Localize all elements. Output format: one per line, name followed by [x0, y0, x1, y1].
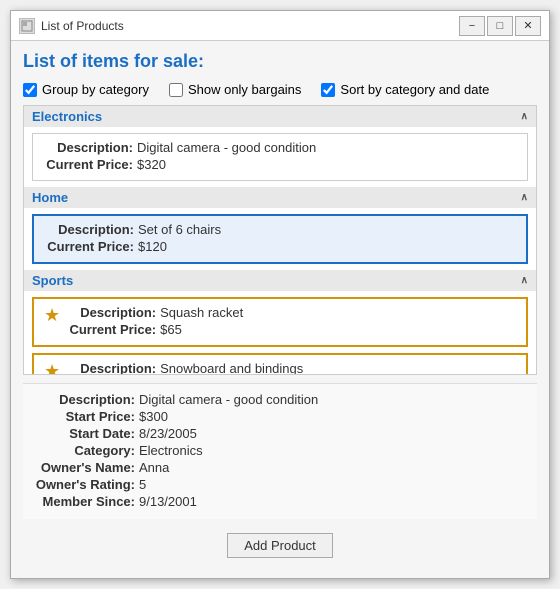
- group-by-category-label: Group by category: [42, 82, 149, 97]
- detail-start-date-field: Start Date: 8/23/2005: [35, 426, 525, 441]
- detail-description-field: Description: Digital camera - good condi…: [35, 392, 525, 407]
- detail-member-since-field: Member Since: 9/13/2001: [35, 494, 525, 509]
- show-only-bargains-label: Show only bargains: [188, 82, 301, 97]
- chairs-price-label: Current Price:: [44, 239, 134, 254]
- squash-description-value: Squash racket: [160, 305, 243, 320]
- product-price-field: Current Price: $320: [43, 157, 517, 172]
- add-product-button[interactable]: Add Product: [227, 533, 333, 558]
- page-title: List of items for sale:: [23, 51, 537, 72]
- detail-owners-name-field: Owner's Name: Anna: [35, 460, 525, 475]
- detail-owners-rating-value: 5: [139, 477, 146, 492]
- bargain-star-icon-snowboard: ★: [44, 362, 60, 375]
- product-details-chairs: Description: Set of 6 chairs Current Pri…: [44, 222, 516, 256]
- detail-start-date-value: 8/23/2005: [139, 426, 197, 441]
- title-bar: List of Products − □ ✕: [11, 11, 549, 41]
- chairs-description-label: Description:: [44, 222, 134, 237]
- bargain-star-icon-squash: ★: [44, 306, 60, 324]
- product-row-chairs: Description: Set of 6 chairs Current Pri…: [44, 222, 516, 256]
- squash-price-label: Current Price:: [66, 322, 156, 337]
- sort-by-category-date-label: Sort by category and date: [340, 82, 489, 97]
- detail-category-label: Category:: [35, 443, 135, 458]
- detail-member-since-value: 9/13/2001: [139, 494, 197, 509]
- show-only-bargains-checkbox[interactable]: Show only bargains: [169, 82, 301, 97]
- detail-description-label: Description:: [35, 392, 135, 407]
- category-name-home: Home: [32, 190, 68, 205]
- squash-price-field: Current Price: $65: [66, 322, 516, 337]
- chairs-price-value: $120: [138, 239, 167, 254]
- snowboard-description-value: Snowboard and bindings: [160, 361, 303, 375]
- category-name-sports: Sports: [32, 273, 73, 288]
- sort-by-category-date-input[interactable]: [321, 83, 335, 97]
- title-bar-left: List of Products: [19, 18, 124, 34]
- title-bar-buttons: − □ ✕: [459, 16, 541, 36]
- home-collapse-icon[interactable]: ∧: [521, 192, 528, 203]
- price-label: Current Price:: [43, 157, 133, 172]
- squash-description-field: Description: Squash racket: [66, 305, 516, 320]
- detail-owners-name-label: Owner's Name:: [35, 460, 135, 475]
- category-header-electronics: Electronics ∧: [24, 106, 536, 127]
- detail-start-price-label: Start Price:: [35, 409, 135, 424]
- product-row: Description: Digital camera - good condi…: [43, 140, 517, 174]
- squash-price-value: $65: [160, 322, 182, 337]
- close-button[interactable]: ✕: [515, 16, 541, 36]
- detail-owners-rating-label: Owner's Rating:: [35, 477, 135, 492]
- product-list-container[interactable]: Electronics ∧ Description: Digital camer…: [23, 105, 537, 375]
- detail-panel: Description: Digital camera - good condi…: [23, 383, 537, 519]
- product-details-squash: Description: Squash racket Current Price…: [66, 305, 516, 339]
- group-by-category-checkbox[interactable]: Group by category: [23, 82, 149, 97]
- squash-description-label: Description:: [66, 305, 156, 320]
- product-item-chairs[interactable]: Description: Set of 6 chairs Current Pri…: [32, 214, 528, 264]
- chairs-description-field: Description: Set of 6 chairs: [44, 222, 516, 237]
- detail-start-price-value: $300: [139, 409, 168, 424]
- category-header-home: Home ∧: [24, 187, 536, 208]
- detail-start-price-field: Start Price: $300: [35, 409, 525, 424]
- controls-row: Group by category Show only bargains Sor…: [23, 82, 537, 97]
- category-header-sports: Sports ∧: [24, 270, 536, 291]
- maximize-button[interactable]: □: [487, 16, 513, 36]
- footer: Add Product: [23, 527, 537, 568]
- detail-member-since-label: Member Since:: [35, 494, 135, 509]
- detail-description-value: Digital camera - good condition: [139, 392, 318, 407]
- description-label: Description:: [43, 140, 133, 155]
- product-row-snowboard: ★ Description: Snowboard and bindings Cu…: [44, 361, 516, 375]
- product-details: Description: Digital camera - good condi…: [43, 140, 517, 174]
- product-item-squash-racket[interactable]: ★ Description: Squash racket Current Pri…: [32, 297, 528, 347]
- product-item-snowboard[interactable]: ★ Description: Snowboard and bindings Cu…: [32, 353, 528, 375]
- detail-category-value: Electronics: [139, 443, 203, 458]
- window-icon: [19, 18, 35, 34]
- minimize-button[interactable]: −: [459, 16, 485, 36]
- product-description-field: Description: Digital camera - good condi…: [43, 140, 517, 155]
- snowboard-description-label: Description:: [66, 361, 156, 375]
- product-item-digital-camera[interactable]: Description: Digital camera - good condi…: [32, 133, 528, 181]
- window-title: List of Products: [41, 19, 124, 33]
- price-value: $320: [137, 157, 166, 172]
- detail-start-date-label: Start Date:: [35, 426, 135, 441]
- category-name-electronics: Electronics: [32, 109, 102, 124]
- description-value: Digital camera - good condition: [137, 140, 316, 155]
- detail-category-field: Category: Electronics: [35, 443, 525, 458]
- content-area: List of items for sale: Group by categor…: [11, 41, 549, 578]
- sort-by-category-date-checkbox[interactable]: Sort by category and date: [321, 82, 489, 97]
- show-only-bargains-input[interactable]: [169, 83, 183, 97]
- group-by-category-input[interactable]: [23, 83, 37, 97]
- product-row-squash: ★ Description: Squash racket Current Pri…: [44, 305, 516, 339]
- detail-owners-rating-field: Owner's Rating: 5: [35, 477, 525, 492]
- detail-owners-name-value: Anna: [139, 460, 169, 475]
- main-window: List of Products − □ ✕ List of items for…: [10, 10, 550, 579]
- chairs-description-value: Set of 6 chairs: [138, 222, 221, 237]
- snowboard-description-field: Description: Snowboard and bindings: [66, 361, 516, 375]
- sports-collapse-icon[interactable]: ∧: [521, 275, 528, 286]
- electronics-collapse-icon[interactable]: ∧: [521, 111, 528, 122]
- product-details-snowboard: Description: Snowboard and bindings Curr…: [66, 361, 516, 375]
- chairs-price-field: Current Price: $120: [44, 239, 516, 254]
